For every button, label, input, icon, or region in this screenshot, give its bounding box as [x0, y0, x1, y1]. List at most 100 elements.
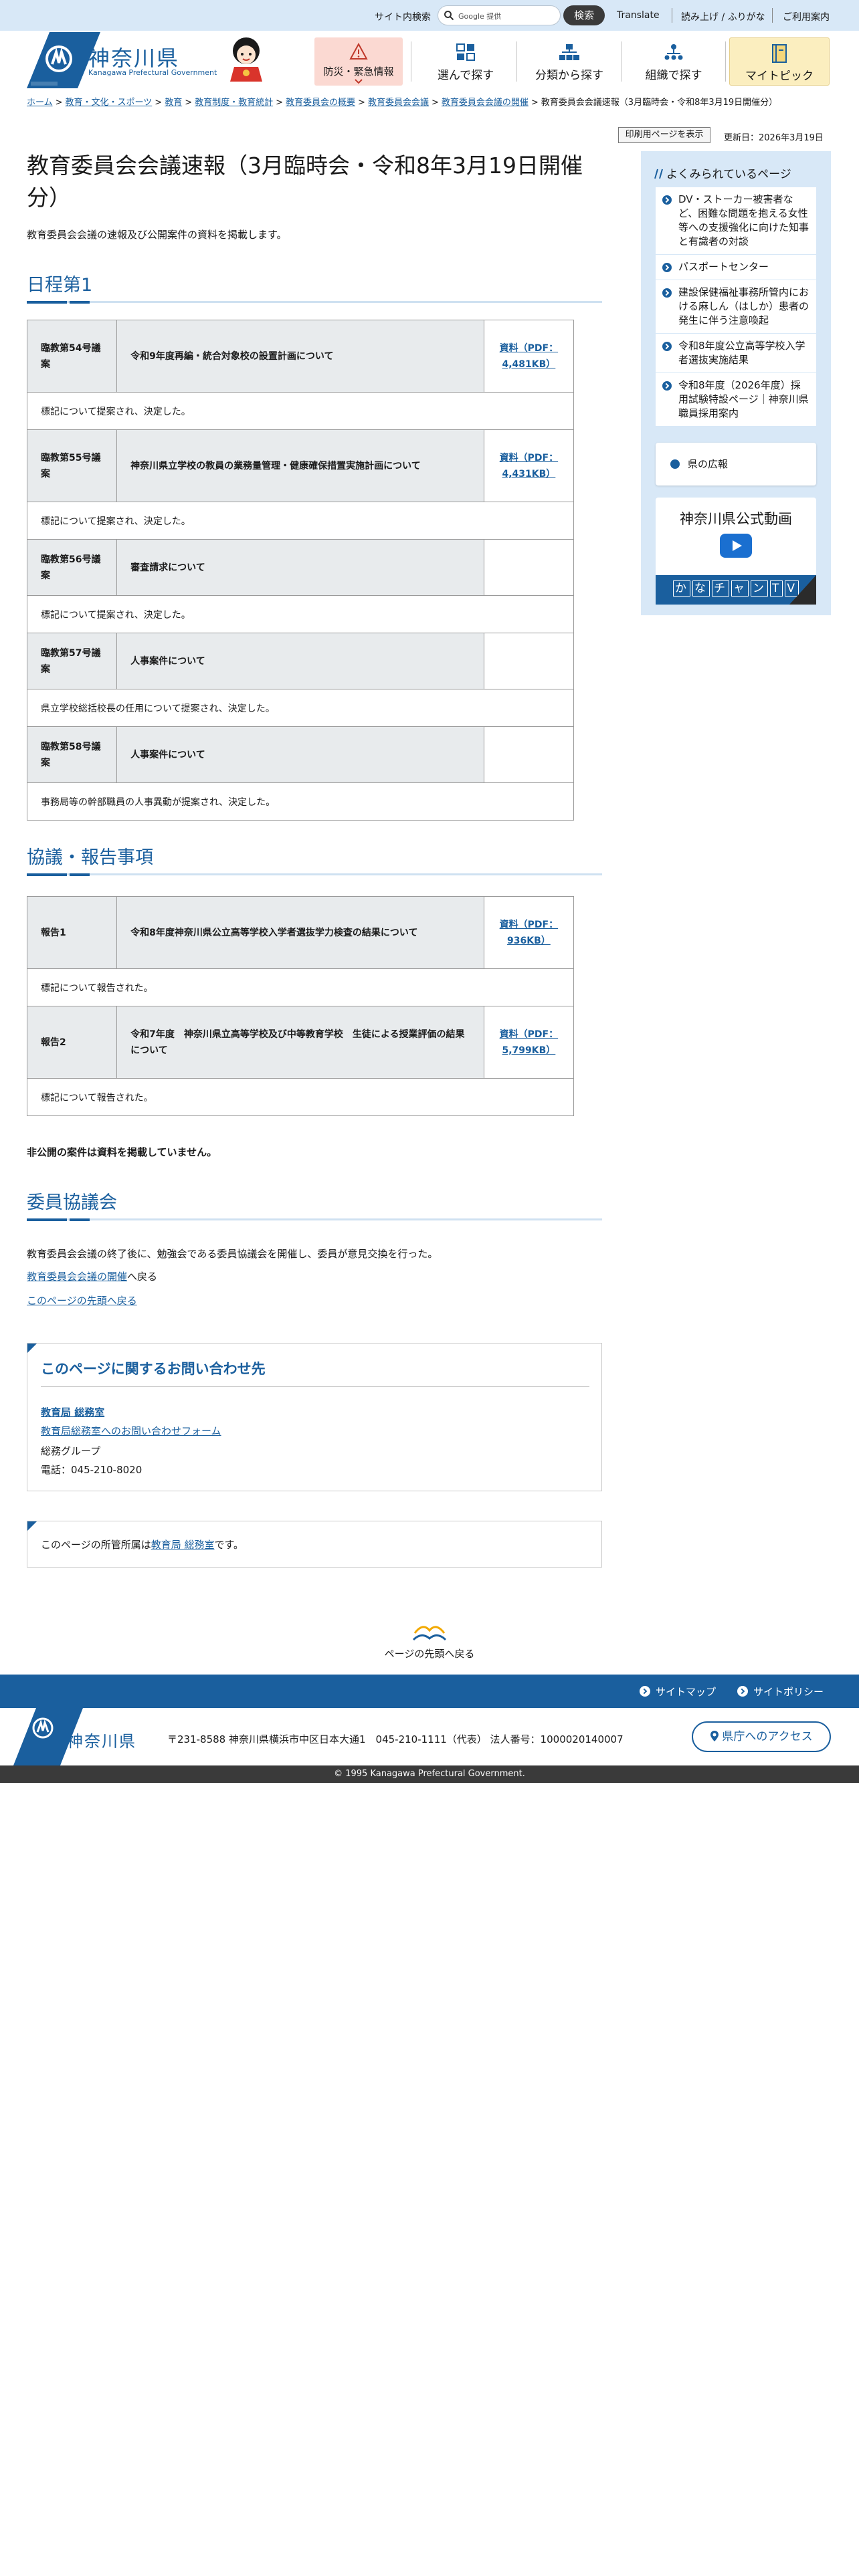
breadcrumb-link[interactable]: 教育委員会の概要 — [286, 98, 355, 108]
seagull-wave-icon — [412, 1626, 447, 1641]
owner-dept-link[interactable]: 教育局 総務室 — [151, 1539, 215, 1551]
lead-text: 教育委員会会議の速報及び公開案件の資料を掲載します。 — [27, 229, 287, 241]
breadcrumb-link[interactable]: 教育委員会会議 — [368, 98, 429, 108]
doc-cell: 資料（PDF：4,481KB） — [483, 320, 575, 393]
back-to-meetings-link[interactable]: 教育委員会会議の開催 — [27, 1271, 127, 1283]
arrow-circle-icon — [662, 195, 672, 205]
section-heading: 委員協議会 — [27, 1188, 602, 1221]
popular-item[interactable]: DV・ストーカー被害者など、困難な問題を抱える女性等への支援強化に向けた知事と有… — [656, 187, 816, 255]
nav-organization[interactable]: 組織で探す — [624, 37, 724, 86]
doc-cell — [483, 633, 575, 689]
item-number: 臨教第54号議案 — [26, 320, 118, 393]
table-row: 臨教第58号議案 人事案件について — [26, 726, 575, 783]
logo-subtext: Kanagawa Prefectural Government — [88, 68, 217, 77]
owner-box: このページの所管所属は教育局 総務室です。 — [27, 1521, 602, 1568]
item-number: 報告1 — [26, 896, 118, 969]
sitemap-label: サイトマップ — [656, 1686, 717, 1698]
popular-list: DV・ストーカー被害者など、困難な問題を抱える女性等への支援強化に向けた知事と有… — [656, 187, 816, 427]
report-table: 報告1 令和8年度神奈川県公立高等学校入学者選抜学力検査の結果について 資料（P… — [26, 896, 575, 1116]
doc-cell: 資料（PDF：4,431KB） — [483, 429, 575, 502]
popular-heading: よくみられているページ — [654, 165, 791, 181]
item-title: 人事案件について — [116, 633, 484, 689]
notebook-icon — [772, 44, 787, 63]
popular-item[interactable]: パスポートセンター — [656, 255, 816, 280]
top-link-line: このページの先頭へ戻る — [27, 1293, 137, 1307]
access-button[interactable]: 県庁へのアクセス — [692, 1721, 831, 1752]
contact-box: このページに関するお問い合わせ先 教育局 総務室 教育局総務室へのお問い合わせフ… — [27, 1343, 602, 1491]
page-top-link[interactable]: このページの先頭へ戻る — [27, 1295, 137, 1307]
contact-title: このページに関するお問い合わせ先 — [41, 1361, 266, 1377]
item-number: 報告2 — [26, 1006, 118, 1079]
arrow-circle-icon — [662, 342, 672, 351]
owner-text: このページの所管所属は教育局 総務室です。 — [41, 1537, 244, 1551]
arrow-circle-icon — [737, 1686, 748, 1697]
doc-cell: 資料（PDF：936KB） — [483, 896, 575, 969]
footer-links-bar: サイトマップ サイトポリシー — [0, 1675, 859, 1708]
kanachan-tv-logo: かなチャンTV — [673, 580, 801, 597]
sitemap-link[interactable]: サイトマップ — [640, 1685, 716, 1699]
mascot-image — [230, 37, 262, 82]
translate-link[interactable]: Translate — [617, 10, 660, 21]
table-row: 標記について提案され、決定した。 — [27, 392, 574, 430]
print-page-button[interactable]: 印刷用ページを表示 — [618, 127, 710, 143]
page-title: 教育委員会会議速報（3月臨時会・令和8年3月19日開催分） — [27, 152, 583, 211]
corner-accent — [27, 1521, 37, 1531]
back-to-top-button[interactable]: ページの先頭へ戻る — [375, 1618, 484, 1660]
official-video-banner[interactable]: 神奈川県公式動画 かなチャンTV — [656, 498, 816, 605]
popular-item[interactable]: 建設保健福祉事務所管内における麻しん（はしか）患者の発生に伴う注意喚起 — [656, 280, 816, 334]
back-to-top-label: ページの先頭へ戻る — [384, 1648, 475, 1660]
search-button[interactable]: 検索 — [563, 5, 605, 25]
owner-prefix: このページの所管所属は — [41, 1539, 151, 1551]
contact-dept-link[interactable]: 教育局 総務室 — [41, 1405, 104, 1419]
site-policy-link[interactable]: サイトポリシー — [737, 1685, 824, 1699]
item-number: 臨教第56号議案 — [26, 539, 118, 596]
guide-link[interactable]: ご利用案内 — [783, 10, 830, 23]
breadcrumb-current: 教育委員会会議速報（3月臨時会・令和8年3月19日開催分） — [541, 98, 778, 108]
item-title: 人事案件について — [116, 726, 484, 783]
video-title: 神奈川県公式動画 — [680, 511, 792, 527]
table-row: 臨教第54号議案 令和9年度再編・統合対象校の設置計画について 資料（PDF：4… — [26, 320, 575, 393]
nav-category[interactable]: 分類から探す — [519, 37, 619, 86]
item-result: 標記について報告された。 — [27, 1078, 574, 1116]
category-tree-icon — [559, 44, 579, 60]
grid-icon — [456, 43, 475, 61]
footer-address: 〒231-8588 神奈川県横浜市中区日本大通1 045-210-1111（代表… — [167, 1733, 624, 1745]
breadcrumb-link[interactable]: 教育制度・教育統計 — [195, 98, 273, 108]
site-search-label: サイト内検索 — [375, 12, 431, 23]
item-result: 県立学校総括校長の任用について提案され、決定した。 — [27, 689, 574, 727]
site-search-input[interactable]: Google 提供 — [438, 5, 561, 25]
section-heading-text: 日程第1 — [27, 275, 93, 296]
breadcrumb-link[interactable]: 教育・文化・スポーツ — [66, 98, 153, 108]
kouhou-button[interactable]: 県の広報 — [656, 443, 816, 486]
access-label: 県庁へのアクセス — [722, 1730, 813, 1743]
contact-form-link[interactable]: 教育局総務室へのお問い合わせフォーム — [41, 1424, 221, 1438]
site-header: 神奈川県 Kanagawa Prefectural Government 防災・… — [0, 31, 859, 91]
furigana-link[interactable]: 読み上げ / ふりがな — [681, 10, 765, 23]
breadcrumb-link[interactable]: 教育 — [165, 98, 182, 108]
pdf-link[interactable]: 資料（PDF：5,799KB） — [500, 1029, 558, 1056]
table-row: 標記について提案され、決定した。 — [27, 595, 574, 633]
nav-label: 防災・緊急情報 — [323, 66, 394, 78]
nav-choose[interactable]: 選んで探す — [416, 37, 515, 86]
table-row: 県立学校総括校長の任用について提案され、決定した。 — [27, 689, 574, 727]
item-number: 臨教第55号議案 — [26, 429, 118, 502]
owner-suffix: です。 — [214, 1539, 244, 1551]
arrow-circle-icon — [662, 381, 672, 391]
nav-emergency[interactable]: 防災・緊急情報 — [314, 37, 403, 86]
nav-mytopic[interactable]: マイトピック — [729, 37, 830, 86]
divider — [725, 41, 726, 82]
popular-item[interactable]: 令和8年度公立高等学校入学者選抜実施結果 — [656, 334, 816, 373]
table-row: 事務局等の幹部職員の人事異動が提案され、決定した。 — [27, 782, 574, 821]
pdf-link[interactable]: 資料（PDF：4,431KB） — [500, 453, 558, 479]
breadcrumb-link[interactable]: ホーム — [27, 98, 53, 108]
popular-item[interactable]: 令和8年度（2026年度）採用試験特設ページ｜神奈川県職員採用案内 — [656, 373, 816, 427]
chevron-down-icon — [355, 79, 363, 84]
item-result: 標記について提案され、決定した。 — [27, 595, 574, 633]
back-link-line: 教育委員会会議の開催へ戻る — [27, 1269, 157, 1283]
table-row: 臨教第56号議案 審査請求について — [26, 539, 575, 596]
pdf-link[interactable]: 資料（PDF：4,481KB） — [500, 343, 558, 370]
divider — [772, 8, 773, 23]
pdf-link[interactable]: 資料（PDF：936KB） — [500, 920, 558, 946]
breadcrumb-link[interactable]: 教育委員会会議の開催 — [442, 98, 529, 108]
nav-label: マイトピック — [745, 70, 814, 83]
